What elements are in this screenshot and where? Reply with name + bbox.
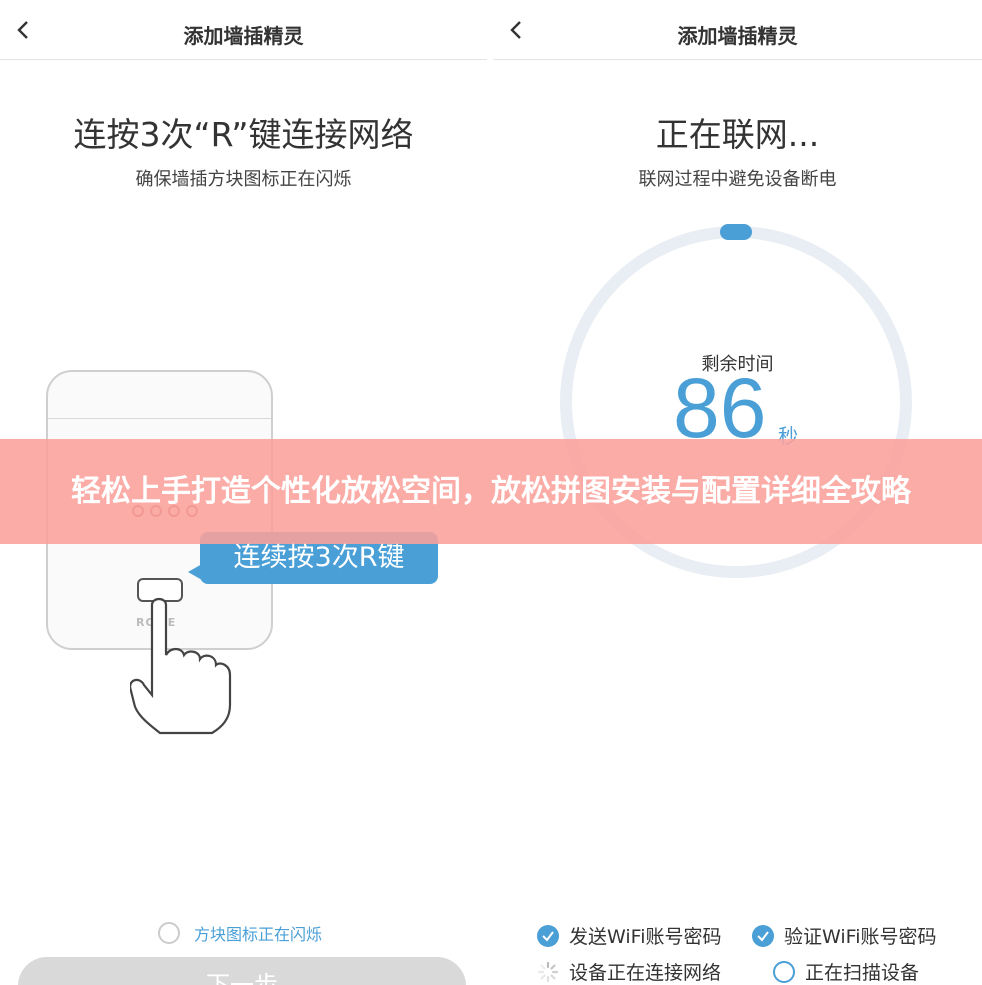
confirm-checkbox-row[interactable]: 方块图标正在闪烁 <box>158 921 322 945</box>
page-title: 正在联网... <box>655 115 820 154</box>
step-send-wifi: 发送WiFi账号密码 <box>537 922 721 949</box>
next-step-button[interactable]: 下一步 <box>18 957 466 985</box>
step-label: 设备正在连接网络 <box>569 962 722 984</box>
step-label: 验证WiFi账号密码 <box>784 926 937 948</box>
nav-title: 添加墙插精灵 <box>677 24 798 48</box>
banner-headline: 轻松上手打造个性化放松空间，放松拼图安装与配置详细全攻略 <box>71 473 911 509</box>
step-verify-wifi: 验证WiFi账号密码 <box>752 922 936 949</box>
nav-bar: 添加墙插精灵 <box>0 0 487 60</box>
step-connecting: 设备正在连接网络 <box>537 958 721 985</box>
check-circle-icon <box>537 924 559 947</box>
step-label: 发送WiFi账号密码 <box>569 926 722 948</box>
step-scanning: 正在扫描设备 <box>773 958 919 985</box>
page-subtitle: 确保墙插方块图标正在闪烁 <box>135 169 352 190</box>
page-subtitle: 联网过程中避免设备断电 <box>638 169 837 190</box>
pointing-hand-icon <box>130 597 232 735</box>
checkbox-label: 方块图标正在闪烁 <box>194 925 323 944</box>
page-title: 连按3次“R”键连接网络 <box>73 115 414 154</box>
nav-title: 添加墙插精灵 <box>183 24 304 48</box>
nav-bar: 添加墙插精灵 <box>493 0 982 60</box>
pending-circle-icon <box>773 960 795 983</box>
step-label: 正在扫描设备 <box>805 962 920 984</box>
device-divider <box>48 418 271 419</box>
loading-spinner-icon <box>537 961 559 982</box>
checkbox-circle-icon[interactable] <box>158 922 180 944</box>
headline-banner: 轻松上手打造个性化放松空间，放松拼图安装与配置详细全攻略 <box>0 439 982 544</box>
check-circle-icon <box>752 924 774 947</box>
